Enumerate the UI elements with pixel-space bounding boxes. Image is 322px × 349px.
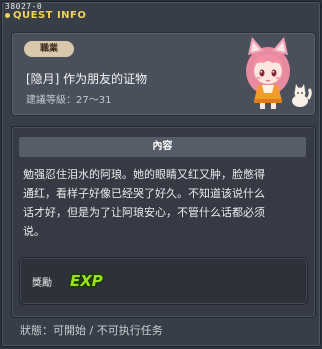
content-section-title: 內容 <box>19 137 306 157</box>
exp-icon-text: EXP <box>70 272 103 290</box>
title-dot-icon <box>5 12 10 18</box>
recommended-level: 建議等級：27～31 <box>26 95 112 106</box>
quest-content-panel: 內容 勉强忍住泪水的阿琅。她的眼睛又红又肿，脸憋得 通红，看样子好像已经哭了好久… <box>11 126 316 318</box>
quest-description: 勉强忍住泪水的阿琅。她的眼睛又红又肿，脸憋得 通红，看样子好像已经哭了好久。不知… <box>23 165 305 241</box>
window-title: QUEST INFO <box>5 10 86 21</box>
exp-icon[interactable]: EXP EXP <box>68 269 108 292</box>
quest-name: [隐月] 作为朋友的证物 <box>26 72 148 86</box>
description-line: 话才好，但是为了让阿琅安心，不管什么话都必须 <box>23 206 265 219</box>
reward-label: 獎勵 <box>32 278 52 289</box>
description-line: 通红，看样子好像已经哭了好久。不知道该说什么 <box>23 187 265 200</box>
job-badge: 職業 <box>24 41 74 57</box>
fox-girl-npc-icon <box>246 37 312 109</box>
quest-header-panel: 職業 [隐月] 作为朋友的证物 建議等級：27～31 <box>11 32 316 116</box>
description-line: 勉强忍住泪水的阿琅。她的眼睛又红又肿，脸憋得 <box>23 168 265 181</box>
description-line: 说。 <box>23 225 45 238</box>
quest-status: 狀態：可開始 / 不可执行任务 <box>20 324 163 337</box>
window-title-text: QUEST INFO <box>13 10 87 21</box>
quest-info-window: 38027-0 QUEST INFO 職業 [隐月] 作为朋友的证物 建議等級：… <box>1 1 321 347</box>
reward-box: 獎勵 EXP EXP <box>19 257 308 305</box>
